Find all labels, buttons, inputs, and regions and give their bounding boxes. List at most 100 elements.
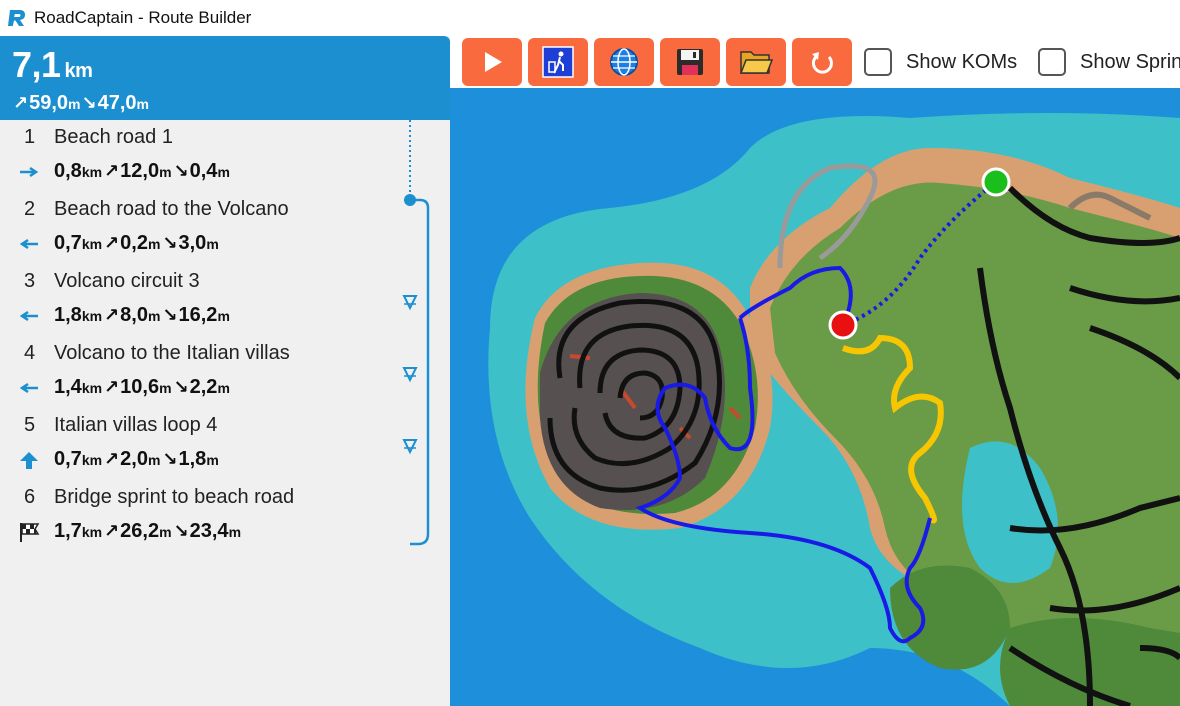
segment-name: Beach road 1 (54, 126, 173, 148)
folder-icon (739, 51, 773, 74)
segment-descent: 0,4 (189, 160, 218, 182)
segment-number: 2 (24, 198, 36, 220)
start-marker (981, 167, 1011, 197)
segment-ascent: 0,2 (120, 232, 148, 254)
descent-icon: ↘ (173, 521, 189, 541)
show-koms-label: Show KOMs (906, 50, 1018, 73)
ascent-icon: ↗ (13, 93, 29, 113)
open-button[interactable] (726, 38, 786, 86)
play-icon (485, 52, 502, 72)
segment-title: 5 Italian villas loop 4 (24, 414, 217, 437)
finish-flag-icon (18, 521, 40, 543)
toolbar: Show KOMs Show Sprints (450, 36, 1180, 88)
total-distance: 7,1 km (12, 44, 93, 86)
segment-number: 5 (24, 414, 36, 436)
show-koms-option[interactable]: Show KOMs (864, 48, 1017, 76)
descent-icon: ↘ (162, 233, 178, 253)
ascent-icon: ↗ (104, 377, 120, 397)
segment-distance-unit: km (81, 523, 103, 540)
segment-name: Bridge sprint to beach road (54, 486, 295, 508)
total-descent-unit: m (136, 96, 149, 112)
segment-item[interactable]: 1 Beach road 1 0,8 km ↗ 12,0 m ↘ 0,4 m (0, 122, 400, 194)
segment-distance-unit: km (81, 451, 103, 468)
segment-title: 6 Bridge sprint to beach road (24, 486, 294, 509)
descent-icon: ↘ (173, 377, 189, 397)
segment-distance: 1,4 (54, 376, 82, 398)
segment-ascent: 10,6 (120, 376, 160, 398)
segment-ascent-unit: m (159, 379, 172, 396)
segment-number: 6 (24, 486, 36, 508)
arrow-left-icon (18, 305, 40, 327)
segment-distance-unit: km (81, 307, 103, 324)
clear-route-button[interactable] (528, 38, 588, 86)
segment-descent: 23,4 (189, 520, 229, 542)
arrow-right-icon (18, 161, 40, 183)
route-summary: 7,1 km ↗ 59,0 m ↘ 47,0 m (0, 36, 450, 120)
route-panel: 7,1 km ↗ 59,0 m ↘ 47,0 m 1 Beach road 1 0,8 km… (0, 36, 450, 706)
segment-distance-unit: km (81, 235, 103, 252)
segment-title: 1 Beach road 1 (24, 126, 173, 149)
segment-distance: 0,7 (54, 448, 82, 470)
segment-title: 4 Volcano to the Italian villas (24, 342, 290, 365)
ascent-icon: ↗ (104, 161, 120, 181)
segment-stats: 1,4 km ↗ 10,6 m ↘ 2,2 m (18, 376, 231, 399)
descent-icon: ↘ (173, 161, 189, 181)
total-descent-value: 47,0 (97, 92, 137, 114)
total-ascent-value: 59,0 (29, 92, 69, 114)
title-bar: RoadCaptain - Route Builder (0, 0, 1180, 36)
segment-ascent: 8,0 (120, 304, 148, 326)
segment-number: 1 (24, 126, 36, 148)
segment-stats: 1,8 km ↗ 8,0 m ↘ 16,2 m (18, 304, 231, 327)
descent-icon: ↘ (162, 449, 178, 469)
show-sprints-label: Show Sprints (1080, 50, 1180, 73)
undo-icon (812, 52, 833, 74)
window-title: RoadCaptain - Route Builder (34, 8, 252, 27)
segment-number: 4 (24, 342, 36, 364)
map-canvas[interactable] (450, 88, 1180, 706)
segment-descent-unit: m (217, 163, 230, 180)
total-distance-unit: km (64, 60, 93, 82)
route-timeline (402, 120, 430, 546)
segment-distance-unit: km (81, 379, 103, 396)
show-sprints-checkbox[interactable] (1038, 48, 1066, 76)
save-button[interactable] (660, 38, 720, 86)
segment-distance: 1,8 (54, 304, 82, 326)
segment-list: 1 Beach road 1 0,8 km ↗ 12,0 m ↘ 0,4 m 2 Beach road… (0, 122, 400, 554)
segment-stats: 0,8 km ↗ 12,0 m ↘ 0,4 m (18, 160, 231, 183)
world-map[interactable] (450, 88, 1180, 706)
descent-icon: ↘ (162, 305, 178, 325)
show-koms-checkbox[interactable] (864, 48, 892, 76)
segment-stats: 0,7 km ↗ 0,2 m ↘ 3,0 m (18, 232, 220, 255)
segment-ascent-unit: m (159, 163, 172, 180)
segment-item[interactable]: 2 Beach road to the Volcano 0,7 km ↗ 0,2 m ↘ 3,0… (0, 194, 400, 266)
segment-name: Volcano circuit 3 (54, 270, 200, 292)
total-ascent-unit: m (68, 96, 81, 112)
show-sprints-option[interactable]: Show Sprints (1038, 48, 1180, 76)
app-logo-icon (8, 10, 25, 26)
segment-ascent-unit: m (147, 451, 161, 468)
segment-item[interactable]: 5 Italian villas loop 4 0,7 km ↗ 2,0 m ↘ 1,8 m (0, 410, 400, 482)
segment-item[interactable]: 4 Volcano to the Italian villas 1,4 km ↗ 10,6… (0, 338, 400, 410)
ascent-icon: ↗ (104, 305, 120, 325)
reset-button[interactable] (792, 38, 852, 86)
arrow-up-icon (18, 449, 40, 471)
segment-title: 2 Beach road to the Volcano (24, 198, 289, 221)
segment-descent-unit: m (217, 379, 230, 396)
segment-name: Italian villas loop 4 (54, 414, 218, 436)
segment-item[interactable]: 6 Bridge sprint to beach road 1,7 km ↗ 26,2 m ↘… (0, 482, 400, 554)
segment-item[interactable]: 3 Volcano circuit 3 1,8 km ↗ 8,0 m ↘ 16,2 m (0, 266, 400, 338)
globe-icon (610, 48, 638, 76)
total-distance-value: 7,1 (12, 44, 61, 85)
select-world-button[interactable] (594, 38, 654, 86)
segment-descent: 3,0 (178, 232, 207, 254)
segment-stats: 0,7 km ↗ 2,0 m ↘ 1,8 m (18, 448, 220, 471)
end-marker (828, 310, 858, 340)
segment-distance-unit: km (81, 163, 103, 180)
ascent-icon: ↗ (104, 521, 120, 541)
ascent-icon: ↗ (104, 233, 120, 253)
segment-distance: 0,7 (54, 232, 82, 254)
segment-descent-unit: m (228, 523, 242, 540)
total-elevation: ↗ 59,0 m ↘ 47,0 m (12, 92, 149, 115)
play-button[interactable] (462, 38, 522, 86)
segment-descent-unit: m (217, 307, 230, 324)
